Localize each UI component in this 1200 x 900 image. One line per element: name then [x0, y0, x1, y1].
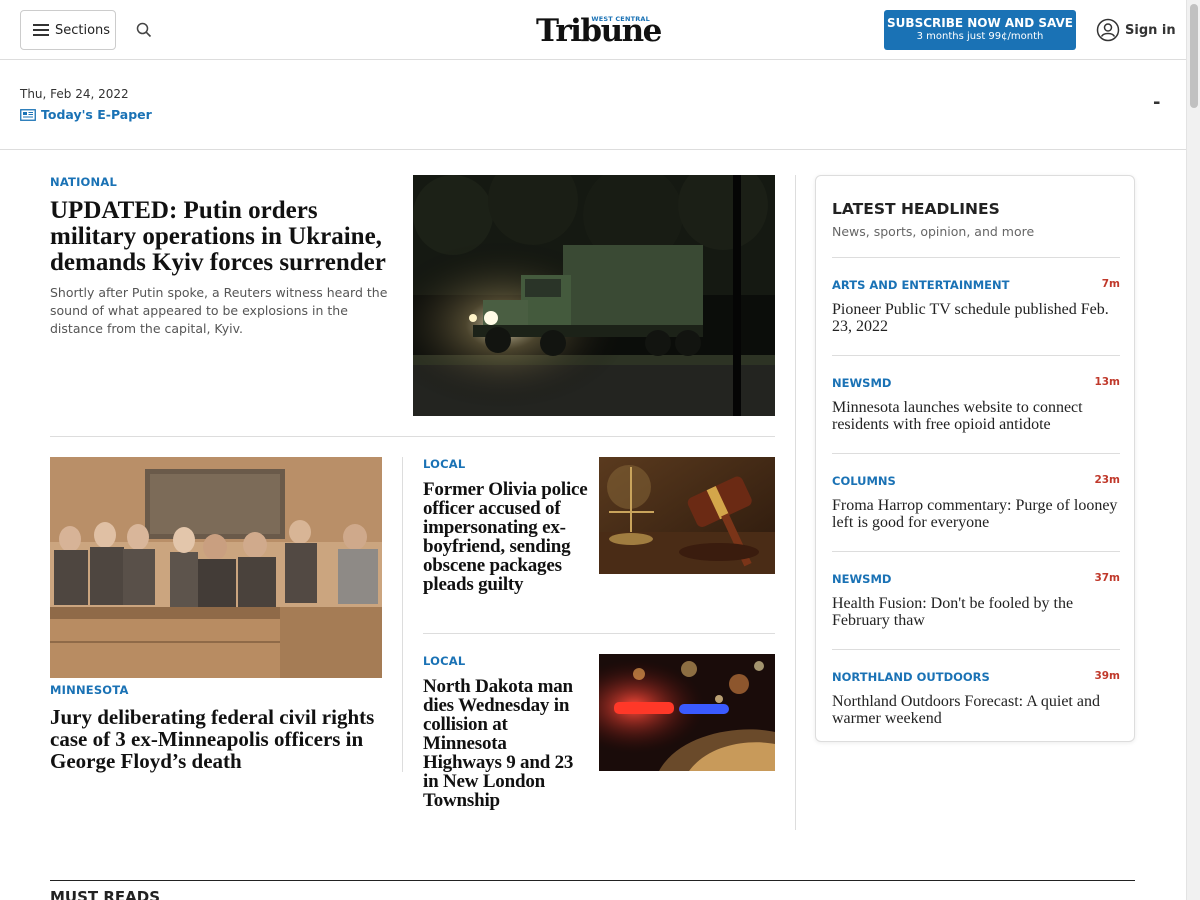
- site-logo[interactable]: WEST CENTRAL Tribune: [536, 12, 662, 50]
- current-date: Thu, Feb 24, 2022: [20, 87, 129, 101]
- sections-label: Sections: [55, 22, 111, 38]
- headline-title[interactable]: Froma Harrop commentary: Purge of looney…: [832, 497, 1122, 531]
- story-divider: [423, 633, 775, 634]
- site-header: Sections WEST CENTRAL Tribune SUBSCRIBE …: [0, 0, 1186, 60]
- latest-headlines-panel: LATEST HEADLINES News, sports, opinion, …: [815, 175, 1135, 742]
- sign-in-link[interactable]: Sign in: [1096, 18, 1176, 42]
- section-divider: [50, 436, 775, 437]
- scrollbar-thumb[interactable]: [1190, 4, 1198, 108]
- must-reads-heading: MUST READS: [50, 888, 161, 900]
- sections-menu-button[interactable]: Sections: [20, 10, 116, 50]
- headline-category[interactable]: NEWSMD: [832, 572, 891, 586]
- courtroom-sketch-image[interactable]: [50, 457, 382, 678]
- headline-title[interactable]: Health Fusion: Don't be fooled by the Fe…: [832, 595, 1122, 629]
- logo-wordmark: Tribune: [536, 13, 662, 49]
- gavel-image[interactable]: [599, 457, 775, 574]
- date-bar: Thu, Feb 24, 2022 Today's E-Paper -: [0, 60, 1186, 150]
- sidebar-divider: [795, 175, 796, 830]
- subscribe-button[interactable]: SUBSCRIBE NOW AND SAVE 3 months just 99¢…: [884, 10, 1076, 50]
- weather-widget: -: [1153, 92, 1161, 113]
- headline-title[interactable]: Northland Outdoors Forecast: A quiet and…: [832, 693, 1122, 727]
- search-icon[interactable]: [136, 22, 152, 38]
- headline-time: 39m: [1094, 670, 1120, 682]
- newspaper-icon: [20, 108, 36, 121]
- police-lights-image[interactable]: [599, 654, 775, 771]
- lead-story-image[interactable]: [413, 175, 775, 416]
- court-story-headline[interactable]: Jury deliberating federal civil rights c…: [50, 706, 390, 772]
- headline-item[interactable]: NEWSMD 13m Minnesota launches website to…: [832, 355, 1120, 453]
- must-reads-rule: [50, 880, 1135, 881]
- epaper-link[interactable]: Today's E-Paper: [20, 107, 152, 122]
- headline-category[interactable]: ARTS AND ENTERTAINMENT: [832, 278, 1010, 292]
- subscribe-title: SUBSCRIBE NOW AND SAVE: [887, 16, 1073, 30]
- headline-title[interactable]: Pioneer Public TV schedule published Feb…: [832, 301, 1122, 335]
- headline-title[interactable]: Minnesota launches website to connect re…: [832, 399, 1122, 433]
- headline-category[interactable]: COLUMNS: [832, 474, 896, 488]
- story-headline[interactable]: Former Olivia police officer accused of …: [423, 480, 588, 594]
- headline-time: 13m: [1094, 376, 1120, 388]
- sign-in-label: Sign in: [1125, 22, 1176, 38]
- headline-category[interactable]: NEWSMD: [832, 376, 891, 390]
- lead-story-summary: Shortly after Putin spoke, a Reuters wit…: [50, 285, 388, 336]
- headline-item[interactable]: COLUMNS 23m Froma Harrop commentary: Pur…: [832, 453, 1120, 551]
- lead-story-headline[interactable]: UPDATED: Putin orders military operation…: [50, 198, 400, 276]
- headline-item[interactable]: NORTHLAND OUTDOORS 39m Northland Outdoor…: [832, 649, 1120, 747]
- lead-story-kicker[interactable]: NATIONAL: [50, 175, 117, 189]
- headline-category[interactable]: NORTHLAND OUTDOORS: [832, 670, 990, 684]
- latest-headlines-subtitle: News, sports, opinion, and more: [832, 224, 1035, 239]
- headline-time: 37m: [1094, 572, 1120, 584]
- latest-headlines-title: LATEST HEADLINES: [832, 200, 1000, 218]
- headline-item[interactable]: ARTS AND ENTERTAINMENT 7m Pioneer Public…: [832, 257, 1120, 355]
- subscribe-offer: 3 months just 99¢/month: [916, 31, 1044, 42]
- user-account-icon: [1096, 18, 1120, 42]
- story-headline[interactable]: North Dakota man dies Wednesday in colli…: [423, 677, 588, 810]
- headline-item[interactable]: NEWSMD 37m Health Fusion: Don't be foole…: [832, 551, 1120, 649]
- headline-time: 23m: [1094, 474, 1120, 486]
- headline-time: 7m: [1101, 278, 1120, 290]
- story-kicker[interactable]: LOCAL: [423, 654, 465, 668]
- epaper-label: Today's E-Paper: [41, 107, 152, 122]
- page-scrollbar[interactable]: [1186, 0, 1200, 900]
- story-kicker[interactable]: LOCAL: [423, 457, 465, 471]
- column-divider: [402, 457, 403, 772]
- hamburger-icon: [33, 24, 49, 36]
- court-story-kicker[interactable]: MINNESOTA: [50, 683, 129, 697]
